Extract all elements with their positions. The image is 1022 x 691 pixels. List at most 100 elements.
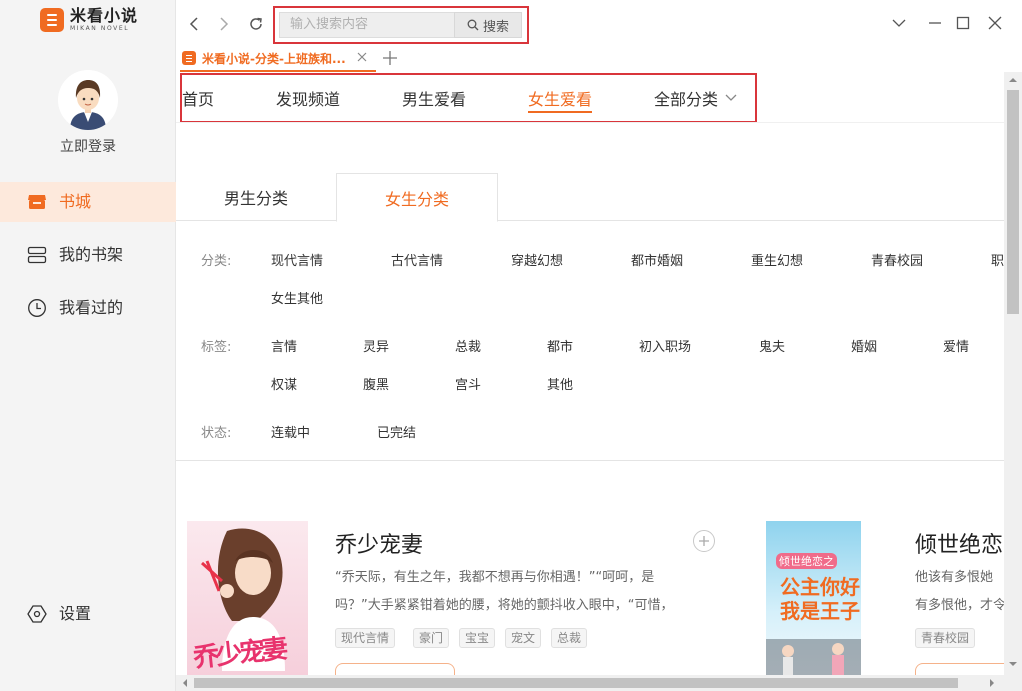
category-item[interactable]: 现代言情: [271, 250, 323, 269]
login-link[interactable]: 立即登录: [0, 136, 176, 156]
tab-bar: 米看小说-分类-上班族和...: [176, 46, 1022, 72]
scroll-right-icon: [990, 679, 994, 687]
book-cover[interactable]: 倾世绝恋之 公主你好 我是王子: [766, 521, 861, 675]
book-title[interactable]: 倾世绝恋: [915, 527, 1003, 559]
category-item[interactable]: 都市婚姻: [631, 250, 683, 269]
desc-line: 吗？”大手紧紧钳着她的腰，将她的颤抖收入眼中，“可惜，: [335, 598, 674, 613]
tag-item[interactable]: 都市: [547, 336, 573, 355]
divider: [176, 460, 1004, 461]
sidebar: 米看小说 MIKAN NOVEL 立即登录 书城 我的书架 我看过的 设置: [0, 0, 176, 691]
horizontal-scroll-thumb[interactable]: [194, 678, 958, 688]
tag-item[interactable]: 婚姻: [851, 336, 877, 355]
app-logo: 米看小说 MIKAN NOVEL: [40, 8, 138, 32]
forward-button[interactable]: [214, 14, 234, 34]
book-description: “乔天际，有生之年，我都不想再与你相遇！”“呵呵，是 吗？”大手紧紧钳着她的腰，…: [335, 564, 715, 620]
cover-title: 我是王子: [780, 599, 860, 623]
close-icon: [988, 16, 1002, 30]
category-label: 分类:: [201, 254, 232, 269]
search-button[interactable]: 搜索: [454, 12, 522, 38]
tag-item[interactable]: 初入职场: [639, 336, 691, 355]
category-item[interactable]: 青春校园: [871, 250, 923, 269]
channel-home[interactable]: 首页: [182, 86, 214, 110]
bookshelf-icon: [27, 245, 47, 265]
category-item[interactable]: 穿越幻想: [511, 250, 563, 269]
channel-female[interactable]: 女生爱看: [528, 86, 592, 110]
tab-title: 米看小说-分类-上班族和...: [202, 51, 346, 66]
refresh-button[interactable]: [246, 14, 266, 34]
maximize-button[interactable]: [954, 14, 972, 32]
scrollbar-corner: [1004, 675, 1022, 691]
sidebar-item-settings[interactable]: 设置: [0, 594, 176, 634]
search-icon: [467, 19, 479, 31]
cover-subtitle: 倾世绝恋之: [776, 553, 837, 569]
new-tab-icon[interactable]: [382, 50, 398, 66]
search-input[interactable]: 输入搜索内容: [279, 12, 455, 38]
tag-item[interactable]: 灵异: [363, 336, 389, 355]
vertical-scroll-thumb[interactable]: [1007, 90, 1019, 314]
dropdown-button[interactable]: [890, 14, 908, 32]
title-bar: 输入搜索内容 搜索: [176, 0, 1022, 46]
divider: [176, 122, 1004, 123]
refresh-icon: [250, 17, 262, 30]
book-tag[interactable]: 总裁: [551, 628, 588, 648]
tag-item[interactable]: 言情: [271, 336, 297, 355]
tab-male-categories[interactable]: 男生分类: [176, 173, 336, 221]
scroll-up-icon: [1009, 78, 1017, 82]
tag-item[interactable]: 总裁: [455, 336, 481, 355]
browser-tab[interactable]: 米看小说-分类-上班族和...: [180, 46, 376, 72]
status-item[interactable]: 已完结: [377, 422, 416, 441]
status-label: 状态:: [201, 426, 232, 441]
gender-tabs: 男生分类 女生分类: [176, 173, 1004, 222]
sidebar-item-bookshelf[interactable]: 我的书架: [0, 235, 176, 275]
scroll-left-icon: [183, 679, 187, 687]
minimize-icon: [929, 22, 941, 24]
tag-item[interactable]: 腹黑: [363, 374, 389, 393]
book-tag[interactable]: 宝宝: [459, 628, 496, 648]
channel-discover[interactable]: 发现频道: [276, 86, 340, 110]
sidebar-item-history[interactable]: 我看过的: [0, 288, 176, 328]
close-button[interactable]: [986, 14, 1004, 32]
desc-line: “乔天际，有生之年，我都不想再与你相遇！”“呵呵，是: [335, 570, 655, 585]
sidebar-item-store[interactable]: 书城: [0, 182, 176, 222]
category-item[interactable]: 女生其他: [271, 288, 323, 307]
tab-female-categories[interactable]: 女生分类: [336, 173, 498, 222]
read-button[interactable]: [335, 663, 455, 675]
tab-close-icon[interactable]: [356, 51, 368, 63]
category-item[interactable]: 重生幻想: [751, 250, 803, 269]
tag-item[interactable]: 爱情: [943, 336, 969, 355]
maximize-icon: [956, 16, 970, 30]
horizontal-scrollbar[interactable]: [176, 675, 1004, 691]
book-cover[interactable]: 乔少宠妻: [187, 521, 308, 675]
sidebar-item-label: 我的书架: [59, 245, 124, 264]
book-title[interactable]: 乔少宠妻: [335, 527, 423, 559]
channel-male[interactable]: 男生爱看: [402, 86, 466, 110]
book-tag[interactable]: 宠文: [505, 628, 542, 648]
tag-item[interactable]: 其他: [547, 374, 573, 393]
back-button[interactable]: [184, 14, 204, 34]
scroll-down-icon: [1009, 662, 1017, 666]
avatar[interactable]: [58, 70, 118, 130]
tag-item[interactable]: 鬼夫: [759, 336, 785, 355]
status-item[interactable]: 连载中: [271, 422, 310, 441]
add-to-shelf-button[interactable]: [693, 530, 715, 552]
book-tag[interactable]: 现代言情: [335, 628, 396, 648]
book-tag[interactable]: 豪门: [413, 628, 450, 648]
minimize-button[interactable]: [926, 14, 944, 32]
category-item[interactable]: 职: [991, 250, 1004, 269]
chevron-left-icon: [189, 17, 198, 31]
vertical-scrollbar[interactable]: [1004, 72, 1022, 675]
settings-icon: [27, 604, 47, 624]
book-tag[interactable]: 青春校园: [915, 628, 976, 648]
tab-favicon-icon: [182, 51, 196, 65]
book-description: 他该有多恨她 有多恨他，才令: [915, 564, 1004, 620]
search-button-label: 搜索: [482, 19, 509, 35]
sidebar-item-label: 设置: [59, 604, 92, 623]
category-item[interactable]: 古代言情: [391, 250, 443, 269]
tag-item[interactable]: 权谋: [271, 374, 297, 393]
sidebar-item-label: 我看过的: [59, 298, 124, 317]
tag-item[interactable]: 宫斗: [455, 374, 481, 393]
channel-all-categories[interactable]: 全部分类: [654, 86, 738, 110]
user-avatar-icon: [58, 70, 118, 130]
read-button[interactable]: [915, 663, 1004, 675]
logo-name: 米看小说: [70, 6, 139, 25]
